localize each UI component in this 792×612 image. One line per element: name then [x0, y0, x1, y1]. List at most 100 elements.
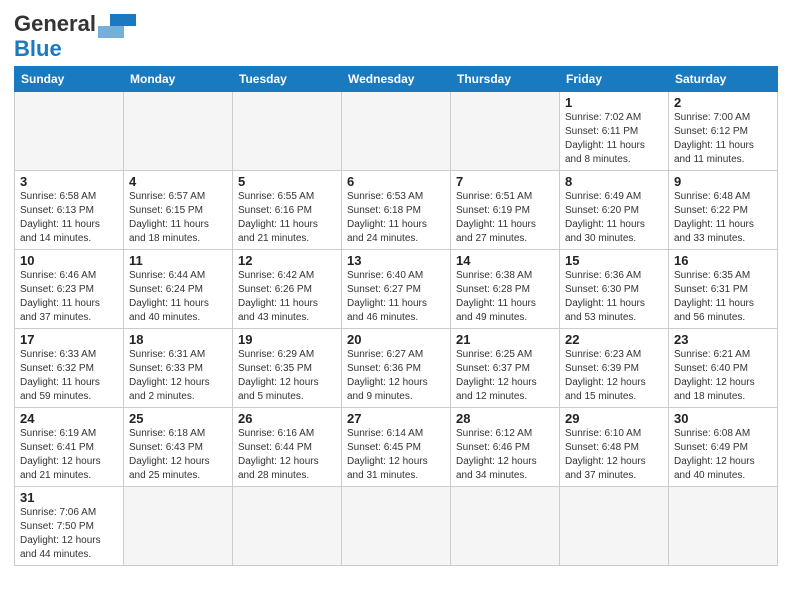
- day-info: Sunrise: 7:00 AM Sunset: 6:12 PM Dayligh…: [674, 111, 772, 167]
- day-number: 21: [456, 332, 554, 347]
- table-row: 4Sunrise: 6:57 AM Sunset: 6:15 PM Daylig…: [124, 171, 233, 250]
- day-info: Sunrise: 6:38 AM Sunset: 6:28 PM Dayligh…: [456, 269, 554, 325]
- table-row: 15Sunrise: 6:36 AM Sunset: 6:30 PM Dayli…: [560, 250, 669, 329]
- col-sunday: Sunday: [15, 67, 124, 92]
- table-row: 16Sunrise: 6:35 AM Sunset: 6:31 PM Dayli…: [669, 250, 778, 329]
- calendar-header-row: Sunday Monday Tuesday Wednesday Thursday…: [15, 67, 778, 92]
- day-info: Sunrise: 6:57 AM Sunset: 6:15 PM Dayligh…: [129, 190, 227, 246]
- calendar-week-row: 31Sunrise: 7:06 AM Sunset: 7:50 PM Dayli…: [15, 487, 778, 566]
- table-row: [233, 487, 342, 566]
- table-row: 30Sunrise: 6:08 AM Sunset: 6:49 PM Dayli…: [669, 408, 778, 487]
- table-row: 20Sunrise: 6:27 AM Sunset: 6:36 PM Dayli…: [342, 329, 451, 408]
- day-number: 2: [674, 95, 772, 110]
- table-row: 13Sunrise: 6:40 AM Sunset: 6:27 PM Dayli…: [342, 250, 451, 329]
- table-row: [451, 92, 560, 171]
- table-row: [342, 487, 451, 566]
- day-number: 15: [565, 253, 663, 268]
- table-row: 23Sunrise: 6:21 AM Sunset: 6:40 PM Dayli…: [669, 329, 778, 408]
- table-row: 6Sunrise: 6:53 AM Sunset: 6:18 PM Daylig…: [342, 171, 451, 250]
- table-row: 8Sunrise: 6:49 AM Sunset: 6:20 PM Daylig…: [560, 171, 669, 250]
- table-row: 28Sunrise: 6:12 AM Sunset: 6:46 PM Dayli…: [451, 408, 560, 487]
- table-row: 26Sunrise: 6:16 AM Sunset: 6:44 PM Dayli…: [233, 408, 342, 487]
- day-info: Sunrise: 6:58 AM Sunset: 6:13 PM Dayligh…: [20, 190, 118, 246]
- day-info: Sunrise: 6:48 AM Sunset: 6:22 PM Dayligh…: [674, 190, 772, 246]
- table-row: 22Sunrise: 6:23 AM Sunset: 6:39 PM Dayli…: [560, 329, 669, 408]
- day-info: Sunrise: 6:42 AM Sunset: 6:26 PM Dayligh…: [238, 269, 336, 325]
- day-info: Sunrise: 6:10 AM Sunset: 6:48 PM Dayligh…: [565, 427, 663, 483]
- table-row: [560, 487, 669, 566]
- day-info: Sunrise: 7:06 AM Sunset: 7:50 PM Dayligh…: [20, 506, 118, 562]
- table-row: 24Sunrise: 6:19 AM Sunset: 6:41 PM Dayli…: [15, 408, 124, 487]
- header: General Blue: [14, 10, 778, 60]
- day-info: Sunrise: 6:55 AM Sunset: 6:16 PM Dayligh…: [238, 190, 336, 246]
- col-thursday: Thursday: [451, 67, 560, 92]
- day-number: 18: [129, 332, 227, 347]
- day-info: Sunrise: 6:12 AM Sunset: 6:46 PM Dayligh…: [456, 427, 554, 483]
- col-tuesday: Tuesday: [233, 67, 342, 92]
- day-number: 28: [456, 411, 554, 426]
- day-info: Sunrise: 6:08 AM Sunset: 6:49 PM Dayligh…: [674, 427, 772, 483]
- day-info: Sunrise: 7:02 AM Sunset: 6:11 PM Dayligh…: [565, 111, 663, 167]
- day-number: 31: [20, 490, 118, 505]
- col-wednesday: Wednesday: [342, 67, 451, 92]
- calendar-week-row: 17Sunrise: 6:33 AM Sunset: 6:32 PM Dayli…: [15, 329, 778, 408]
- day-number: 17: [20, 332, 118, 347]
- col-friday: Friday: [560, 67, 669, 92]
- day-info: Sunrise: 6:40 AM Sunset: 6:27 PM Dayligh…: [347, 269, 445, 325]
- day-info: Sunrise: 6:46 AM Sunset: 6:23 PM Dayligh…: [20, 269, 118, 325]
- day-number: 16: [674, 253, 772, 268]
- table-row: [342, 92, 451, 171]
- calendar-week-row: 3Sunrise: 6:58 AM Sunset: 6:13 PM Daylig…: [15, 171, 778, 250]
- day-number: 10: [20, 253, 118, 268]
- table-row: 14Sunrise: 6:38 AM Sunset: 6:28 PM Dayli…: [451, 250, 560, 329]
- table-row: [233, 92, 342, 171]
- table-row: 29Sunrise: 6:10 AM Sunset: 6:48 PM Dayli…: [560, 408, 669, 487]
- day-number: 8: [565, 174, 663, 189]
- logo-icon: [98, 10, 136, 38]
- table-row: 3Sunrise: 6:58 AM Sunset: 6:13 PM Daylig…: [15, 171, 124, 250]
- table-row: 1Sunrise: 7:02 AM Sunset: 6:11 PM Daylig…: [560, 92, 669, 171]
- day-number: 29: [565, 411, 663, 426]
- table-row: 2Sunrise: 7:00 AM Sunset: 6:12 PM Daylig…: [669, 92, 778, 171]
- day-number: 30: [674, 411, 772, 426]
- calendar-table: Sunday Monday Tuesday Wednesday Thursday…: [14, 66, 778, 566]
- logo: General Blue: [14, 10, 136, 60]
- day-number: 22: [565, 332, 663, 347]
- table-row: 27Sunrise: 6:14 AM Sunset: 6:45 PM Dayli…: [342, 408, 451, 487]
- day-info: Sunrise: 6:44 AM Sunset: 6:24 PM Dayligh…: [129, 269, 227, 325]
- day-info: Sunrise: 6:16 AM Sunset: 6:44 PM Dayligh…: [238, 427, 336, 483]
- day-info: Sunrise: 6:31 AM Sunset: 6:33 PM Dayligh…: [129, 348, 227, 404]
- day-number: 19: [238, 332, 336, 347]
- logo-text-general: General: [14, 13, 96, 35]
- day-number: 27: [347, 411, 445, 426]
- day-info: Sunrise: 6:33 AM Sunset: 6:32 PM Dayligh…: [20, 348, 118, 404]
- calendar-week-row: 24Sunrise: 6:19 AM Sunset: 6:41 PM Dayli…: [15, 408, 778, 487]
- day-info: Sunrise: 6:51 AM Sunset: 6:19 PM Dayligh…: [456, 190, 554, 246]
- table-row: [451, 487, 560, 566]
- page: General Blue Sunday Monday Tuesday Wedne…: [0, 0, 792, 574]
- day-number: 7: [456, 174, 554, 189]
- day-info: Sunrise: 6:29 AM Sunset: 6:35 PM Dayligh…: [238, 348, 336, 404]
- day-number: 4: [129, 174, 227, 189]
- table-row: 25Sunrise: 6:18 AM Sunset: 6:43 PM Dayli…: [124, 408, 233, 487]
- day-number: 9: [674, 174, 772, 189]
- table-row: 5Sunrise: 6:55 AM Sunset: 6:16 PM Daylig…: [233, 171, 342, 250]
- day-info: Sunrise: 6:19 AM Sunset: 6:41 PM Dayligh…: [20, 427, 118, 483]
- table-row: [124, 487, 233, 566]
- day-number: 1: [565, 95, 663, 110]
- col-saturday: Saturday: [669, 67, 778, 92]
- table-row: 17Sunrise: 6:33 AM Sunset: 6:32 PM Dayli…: [15, 329, 124, 408]
- day-number: 24: [20, 411, 118, 426]
- table-row: 11Sunrise: 6:44 AM Sunset: 6:24 PM Dayli…: [124, 250, 233, 329]
- day-number: 26: [238, 411, 336, 426]
- day-info: Sunrise: 6:27 AM Sunset: 6:36 PM Dayligh…: [347, 348, 445, 404]
- day-number: 20: [347, 332, 445, 347]
- day-number: 3: [20, 174, 118, 189]
- day-info: Sunrise: 6:23 AM Sunset: 6:39 PM Dayligh…: [565, 348, 663, 404]
- day-number: 14: [456, 253, 554, 268]
- logo-text-blue: Blue: [14, 38, 62, 60]
- calendar-week-row: 1Sunrise: 7:02 AM Sunset: 6:11 PM Daylig…: [15, 92, 778, 171]
- table-row: 7Sunrise: 6:51 AM Sunset: 6:19 PM Daylig…: [451, 171, 560, 250]
- table-row: [669, 487, 778, 566]
- day-info: Sunrise: 6:53 AM Sunset: 6:18 PM Dayligh…: [347, 190, 445, 246]
